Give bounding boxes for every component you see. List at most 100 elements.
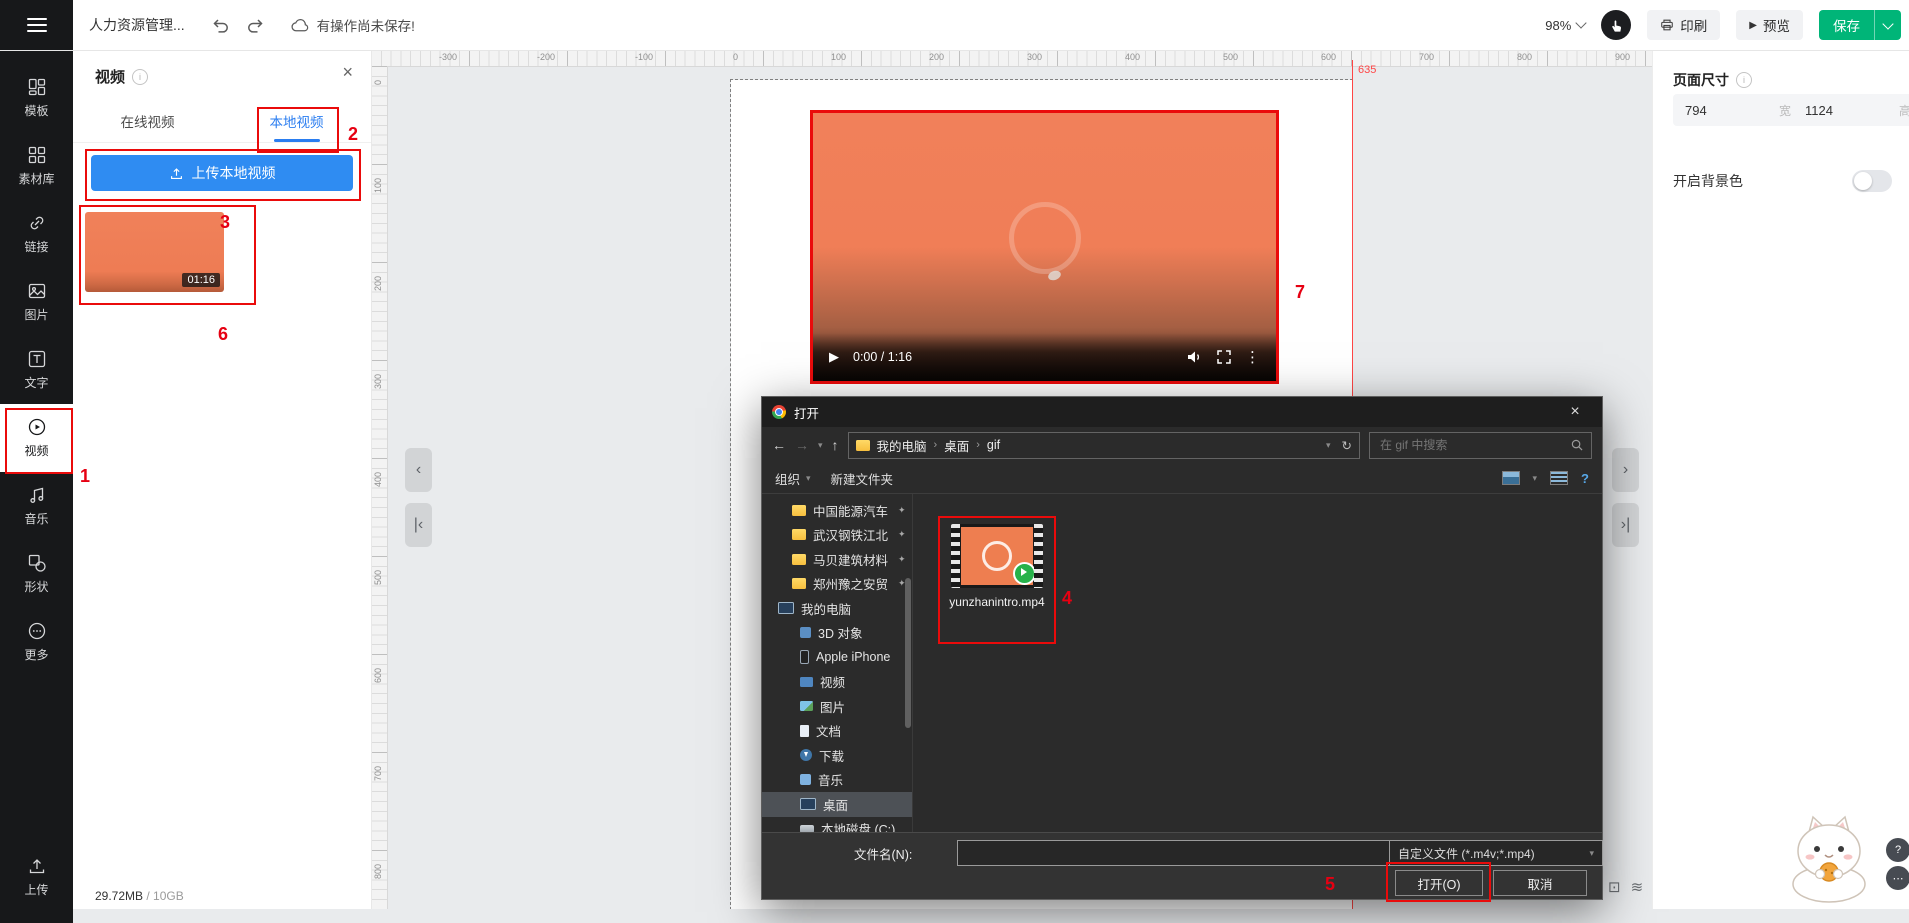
sidebar-item-video[interactable]: 视频: [0, 404, 73, 472]
tree-item-pinned-folder[interactable]: 郑州豫之安贸 ✦: [762, 572, 912, 597]
tree-item-pictures[interactable]: 图片: [762, 694, 912, 719]
search-input[interactable]: [1378, 437, 1565, 453]
last-page-button[interactable]: ›|: [1612, 503, 1639, 547]
filetype-select[interactable]: 自定义文件 (*.m4v;*.mp4) ▾: [1389, 840, 1603, 866]
thumbnail-view-icon[interactable]: [1502, 471, 1520, 485]
page-width-input[interactable]: [1683, 102, 1743, 119]
print-label: 印刷: [1680, 15, 1707, 35]
next-page-button[interactable]: ›: [1612, 448, 1639, 492]
filename-input[interactable]: [957, 840, 1398, 866]
sidebar-item-upload[interactable]: 上传: [0, 843, 73, 911]
forward-button[interactable]: →: [795, 437, 809, 453]
scrollbar-thumb[interactable]: [905, 578, 911, 728]
tree-item-label: Apple iPhone: [816, 650, 890, 664]
wave-icon[interactable]: ≋: [1631, 878, 1644, 896]
tab-online-video[interactable]: 在线视频: [73, 102, 222, 142]
breadcrumb-item[interactable]: gif: [987, 438, 1000, 452]
more-options-icon[interactable]: ⋮: [1245, 348, 1260, 366]
breadcrumb-item[interactable]: 我的电脑: [877, 436, 927, 455]
file-item-video[interactable]: yunzhanintro.mp4: [945, 524, 1049, 611]
sidebar-item-library[interactable]: 素材库: [0, 132, 73, 200]
history-dropdown-icon[interactable]: ▾: [818, 440, 823, 451]
prev-page-button[interactable]: ‹: [405, 448, 432, 492]
sidebar-item-link[interactable]: 链接: [0, 200, 73, 268]
video-watermark-ring: [1009, 202, 1081, 274]
preview-button[interactable]: ▶ 预览: [1736, 10, 1803, 40]
info-icon: i: [1736, 72, 1752, 88]
tree-item-pinned-folder[interactable]: 中国能源汽车 ✦: [762, 498, 912, 523]
topbar: 人力资源管理... 有操作尚未保存! 98% 印刷 ▶ 预览 保存: [0, 0, 1909, 51]
ruler-tick: 700: [1417, 52, 1434, 62]
tree-item-label: 3D 对象: [818, 623, 862, 642]
fullscreen-icon[interactable]: [1217, 350, 1231, 364]
organize-button[interactable]: 组织 ▾: [775, 469, 811, 488]
tree-item-local-disk[interactable]: 本地磁盘 (C:): [762, 817, 912, 833]
width-unit-label: 宽: [1779, 102, 1791, 119]
dialog-close-button[interactable]: ×: [1558, 403, 1592, 421]
up-button[interactable]: ↑: [832, 437, 839, 453]
hand-tool-button[interactable]: [1601, 10, 1631, 40]
sidebar-item-music[interactable]: 音乐: [0, 472, 73, 540]
upload-local-video-button[interactable]: 上传本地视频: [91, 155, 353, 191]
document-icon: [800, 725, 809, 737]
address-bar[interactable]: 我的电脑 › 桌面 › gif ▾ ↻: [848, 432, 1360, 459]
address-dropdown-icon[interactable]: ▾: [1326, 440, 1331, 451]
list-view-icon[interactable]: [1550, 471, 1568, 485]
tree-item-label: 下载: [819, 746, 844, 765]
play-button[interactable]: ▶: [829, 349, 839, 365]
tree-item-desktop[interactable]: 桌面: [762, 792, 912, 817]
sidebar-item-template[interactable]: 模板: [0, 64, 73, 132]
print-button[interactable]: 印刷: [1647, 10, 1720, 40]
more-widget-button[interactable]: ⋯: [1886, 866, 1909, 890]
save-dropdown-button[interactable]: [1875, 10, 1901, 40]
sidebar-item-more[interactable]: 更多: [0, 608, 73, 676]
panel-tabs: 在线视频 本地视频: [73, 102, 371, 143]
dialog-titlebar: 打开 ×: [762, 397, 1602, 427]
sidebar-item-text[interactable]: 文字: [0, 336, 73, 404]
zoom-control[interactable]: 98%: [1545, 18, 1585, 33]
tree-item-this-pc[interactable]: 我的电脑: [762, 596, 912, 621]
background-color-toggle[interactable]: [1852, 170, 1892, 192]
new-folder-button[interactable]: 新建文件夹: [831, 469, 894, 488]
canvas-video-element[interactable]: ▶ 0:00 / 1:16 ⋮: [810, 110, 1279, 384]
first-page-button[interactable]: |‹: [405, 503, 432, 547]
tree-item-iphone[interactable]: Apple iPhone: [762, 645, 912, 670]
breadcrumb-separator: ›: [976, 439, 980, 451]
tree-item-music[interactable]: 音乐: [762, 768, 912, 793]
tree-item-videos[interactable]: 视频: [762, 670, 912, 695]
cancel-button[interactable]: 取消: [1493, 870, 1587, 896]
page-height-input[interactable]: [1803, 102, 1863, 119]
fit-screen-icon[interactable]: ⊡: [1608, 878, 1621, 896]
breadcrumb-item[interactable]: 桌面: [944, 436, 969, 455]
sidebar-item-shape[interactable]: 形状: [0, 540, 73, 608]
video-duration-badge: 01:16: [182, 273, 220, 287]
redo-button[interactable]: [247, 16, 265, 34]
help-widget-button[interactable]: ?: [1886, 838, 1909, 862]
ruler-tick: 800: [1515, 52, 1532, 62]
tree-item-pinned-folder[interactable]: 马贝建筑材料 ✦: [762, 547, 912, 572]
tree-item-3d-objects[interactable]: 3D 对象: [762, 621, 912, 646]
panel-close-button[interactable]: ×: [342, 62, 353, 83]
sidebar-item-image[interactable]: 图片: [0, 268, 73, 336]
mascot-cat[interactable]: [1770, 812, 1888, 904]
chevron-down-icon[interactable]: ▾: [1533, 473, 1538, 484]
tree-item-downloads[interactable]: 下载: [762, 743, 912, 768]
sidebar-item-label: 形状: [24, 578, 48, 595]
page-width-field: 宽: [1673, 94, 1801, 126]
tab-local-video[interactable]: 本地视频: [222, 102, 371, 142]
back-button[interactable]: ←: [772, 437, 786, 453]
refresh-icon[interactable]: ↻: [1342, 438, 1352, 453]
dialog-file-list[interactable]: yunzhanintro.mp4: [912, 494, 1602, 832]
chevron-down-icon: [1576, 17, 1587, 28]
volume-icon[interactable]: [1186, 350, 1203, 364]
video-thumbnail[interactable]: 01:16: [85, 212, 224, 292]
help-icon[interactable]: ?: [1581, 471, 1589, 486]
tree-item-documents[interactable]: 文档: [762, 719, 912, 744]
save-button[interactable]: 保存: [1819, 10, 1875, 40]
main-menu-button[interactable]: [0, 0, 73, 50]
undo-button[interactable]: [211, 16, 229, 34]
tree-item-pinned-folder[interactable]: 武汉钢铁江北 ✦: [762, 523, 912, 548]
shape-icon: [27, 553, 47, 573]
ruler-tick: -100: [633, 52, 653, 62]
open-button[interactable]: 打开(O): [1395, 870, 1483, 896]
